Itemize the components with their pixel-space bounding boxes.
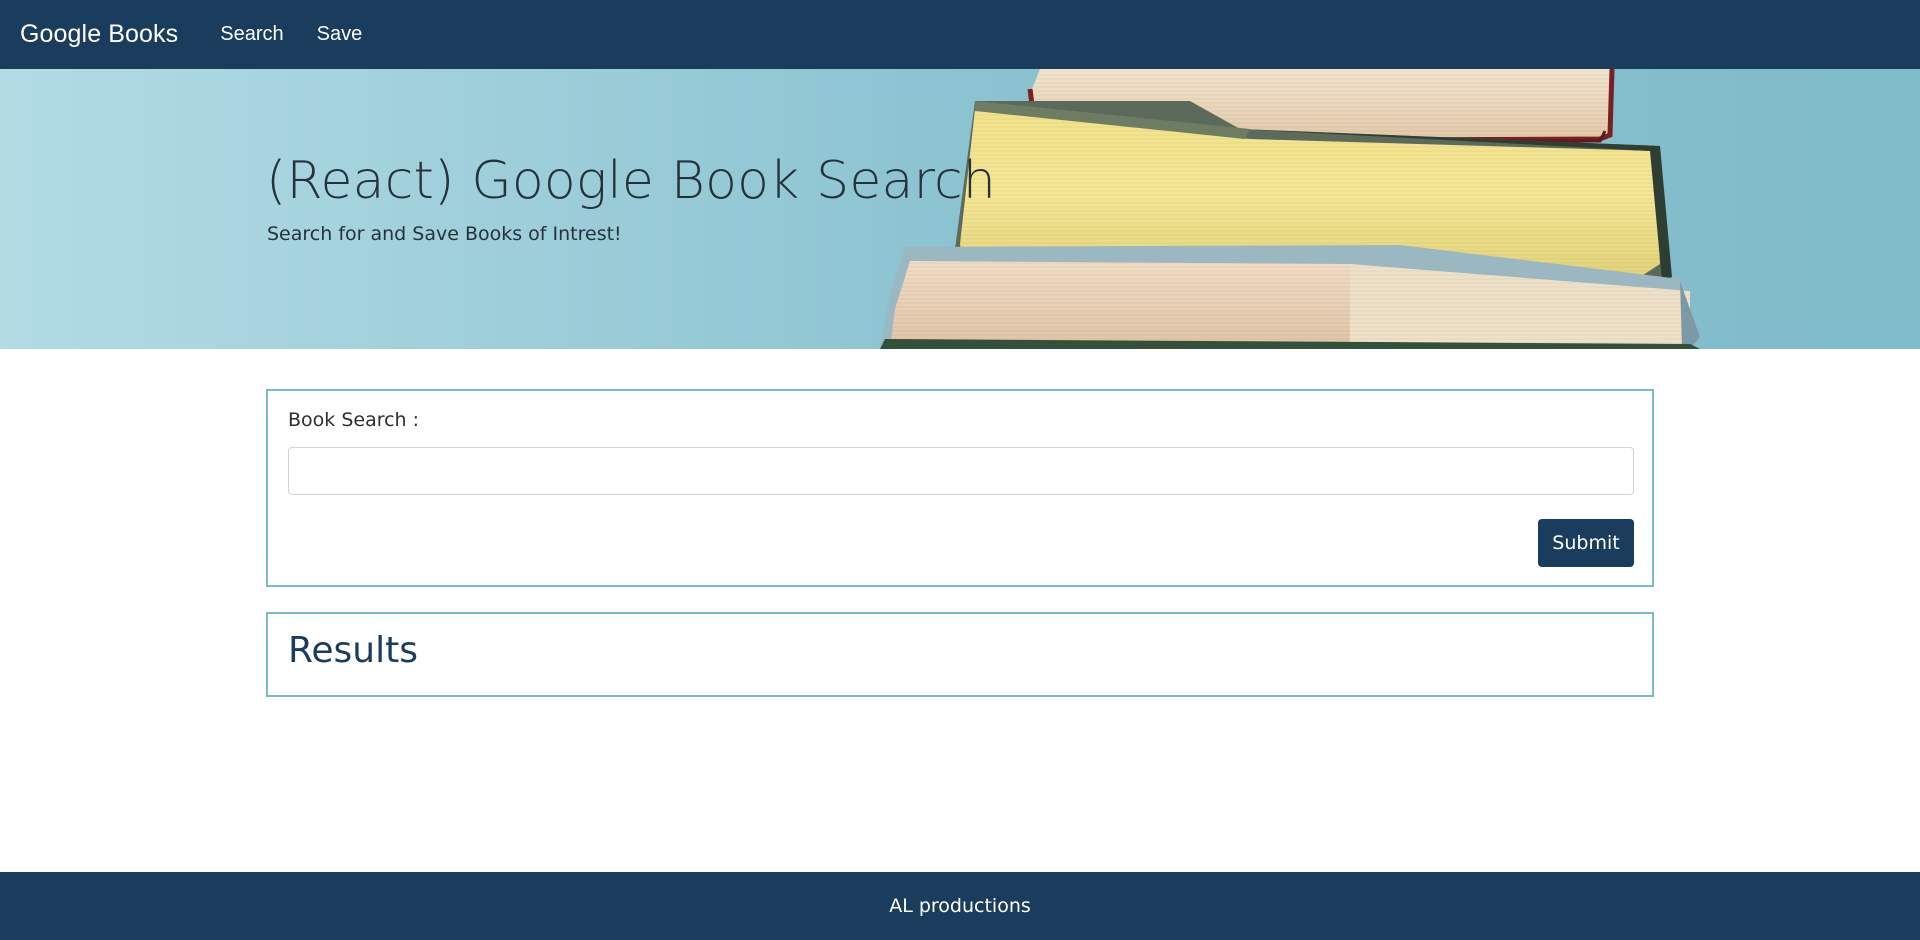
submit-button[interactable]: Submit	[1538, 519, 1634, 567]
book-search-input[interactable]	[288, 447, 1634, 495]
brand-link[interactable]: Google Books	[20, 20, 178, 49]
hero-title: (React) Google Book Search	[266, 151, 997, 211]
footer-text: AL productions	[889, 895, 1031, 917]
hero-banner: (React) Google Book Search Search for an…	[0, 69, 1920, 349]
nav-link-search[interactable]: Search	[220, 23, 283, 46]
top-navbar: Google Books Search Save	[0, 0, 1920, 69]
results-card: Results	[266, 612, 1654, 697]
book-search-label: Book Search :	[288, 409, 420, 431]
footer: AL productions	[0, 872, 1920, 940]
results-title: Results	[288, 630, 418, 671]
nav-link-save[interactable]: Save	[317, 23, 363, 46]
search-card: Book Search : Submit	[266, 389, 1654, 587]
hero-subtitle: Search for and Save Books of Intrest!	[267, 223, 622, 245]
